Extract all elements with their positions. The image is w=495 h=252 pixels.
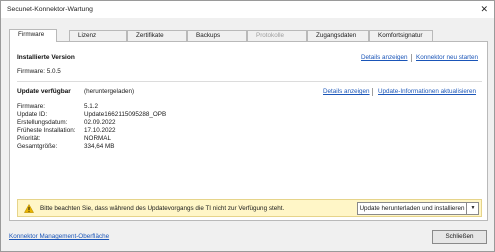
tab-zugangsdaten[interactable]: Zugangsdaten: [307, 30, 369, 41]
refresh-update-info-link[interactable]: Update-Informationen aktualisieren: [378, 88, 476, 95]
close-button[interactable]: Schließen: [432, 230, 487, 244]
tab-backups[interactable]: Backups: [187, 30, 247, 41]
tab-label: Firmware: [18, 31, 45, 38]
field-value: 334,64 MB: [84, 143, 115, 150]
close-window-icon[interactable]: ✕: [480, 4, 488, 15]
title-bar: Secunet-Konnektor-Wartung ✕: [1, 1, 494, 18]
firmware-panel: Installierte Version Details anzeigen Ko…: [9, 41, 488, 221]
link-separator: [372, 88, 373, 96]
field-label: Update ID:: [17, 111, 48, 118]
field-label: Gesamtgröße:: [17, 143, 58, 150]
tab-strip: Firmware Lizenz Zertifikate Backups Prot…: [9, 29, 488, 42]
field-label: Erstellungsdatum:: [17, 119, 68, 126]
installed-firmware-version: Firmware: 5.0.5: [17, 68, 61, 75]
installed-details-link[interactable]: Details anzeigen: [361, 54, 408, 61]
tab-protokolle: Protokolle: [247, 30, 307, 41]
update-notice-bar: Bitte beachten Sie, dass während des Upd…: [17, 199, 482, 217]
tab-lizenz[interactable]: Lizenz: [69, 30, 127, 41]
field-value: 02.09.2022: [84, 119, 116, 126]
tab-zertifikate[interactable]: Zertifikate: [127, 30, 187, 41]
field-label: Priorität:: [17, 135, 41, 142]
dialog-window: Secunet-Konnektor-Wartung ✕ Firmware Liz…: [0, 0, 495, 252]
install-update-split-button: Update herunterladen und installieren ▼: [357, 202, 479, 215]
update-available-heading: Update verfügbar: [17, 88, 71, 95]
download-install-button[interactable]: Update herunterladen und installieren: [358, 203, 466, 214]
update-status: (heruntergeladen): [84, 88, 135, 95]
tab-komfortsignatur[interactable]: Komfortsignatur: [369, 30, 433, 41]
field-label: Firmware:: [17, 103, 45, 110]
tab-label: Komfortsignatur: [378, 32, 423, 39]
tab-firmware[interactable]: Firmware: [9, 29, 57, 42]
field-value: Update1662115095288_OPB: [84, 111, 167, 118]
field-value: NORMAL: [84, 135, 111, 142]
tab-label: Protokolle: [256, 32, 285, 39]
management-interface-link[interactable]: Konnektor Management-Oberfläche: [9, 233, 109, 240]
field-value: 5.1.2: [84, 103, 99, 110]
section-divider: [17, 81, 482, 82]
restart-connector-link[interactable]: Konnektor neu starten: [416, 54, 478, 61]
installed-version-heading: Installierte Version: [17, 54, 75, 61]
update-notice-text: Bitte beachten Sie, dass während des Upd…: [40, 205, 285, 212]
window-title: Secunet-Konnektor-Wartung: [7, 6, 93, 13]
tab-label: Zertifikate: [136, 32, 164, 39]
tab-label: Backups: [196, 32, 221, 39]
update-details-link[interactable]: Details anzeigen: [323, 88, 370, 95]
chevron-down-icon[interactable]: ▼: [467, 203, 479, 214]
link-separator: [411, 54, 412, 62]
field-label: Früheste Installation:: [17, 127, 76, 134]
tab-label: Lizenz: [78, 32, 97, 39]
tab-label: Zugangsdaten: [316, 32, 357, 39]
field-value: 17.10.2022: [84, 127, 116, 134]
warning-icon: [24, 204, 34, 213]
